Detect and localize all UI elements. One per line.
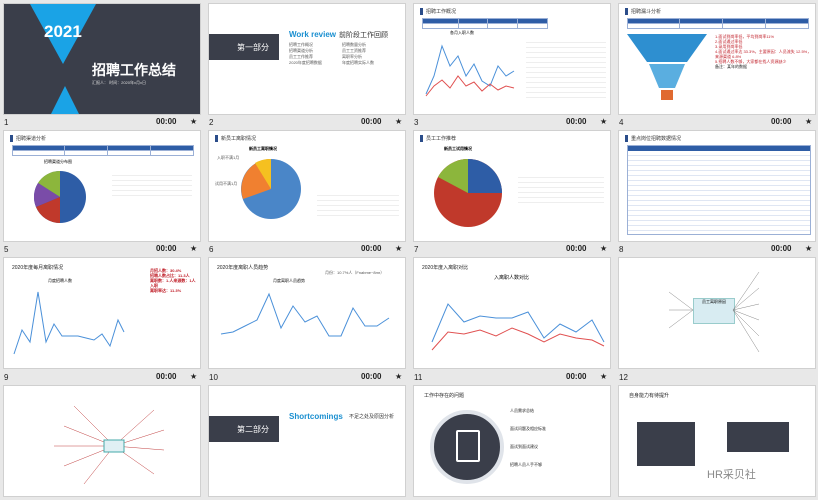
slide-10-bar: 10 00:00 ★ xyxy=(209,372,403,382)
slide-1-bar: 1 00:00 ★ xyxy=(4,117,198,127)
slide-title: 招聘漏斗分析 xyxy=(625,8,661,15)
mindmap-branches xyxy=(668,271,760,353)
slide-title: 招聘工作概况 xyxy=(420,8,456,15)
part-label: 第一部分 xyxy=(237,43,269,52)
slide-title: 2020年度离职人员趋势 xyxy=(217,265,269,271)
star-icon[interactable]: ★ xyxy=(600,244,607,253)
star-icon[interactable]: ★ xyxy=(395,372,402,381)
clipboard-icon xyxy=(430,410,504,484)
slide-11-bar: 11 00:00 ★ xyxy=(414,372,608,382)
slide-4-bar: 4 00:00 ★ xyxy=(619,117,813,127)
slide-10[interactable]: 2020年度离职人员趋势 月份：10.7%人（Fnabme~8mr） 月度离职人… xyxy=(209,258,405,368)
slide-15[interactable]: 工作中存在的问题 人员需求总结 面试问题及相应标准 面试到面试建议 招聘人员人手… xyxy=(414,386,610,496)
slide-6-bar: 6 00:00 ★ xyxy=(209,244,403,254)
slide-title: 工作中存在的问题 xyxy=(424,393,465,399)
slide-16[interactable]: 自身能力有待提升 HR采贝社 xyxy=(619,386,815,496)
slide-title: 重点岗位招聘数据情况 xyxy=(625,135,681,142)
star-icon[interactable]: ★ xyxy=(190,244,197,253)
slide-title: 员工工作推荐 xyxy=(420,135,456,142)
slide-title: 2020年度入离职对比 xyxy=(422,265,469,271)
slide-3-bar: 3 00:00 ★ xyxy=(414,117,608,127)
funnel-notes: 1.面试到岗率低，平均到岗率11% 2.面试通过率低 3.录用到岗率低 4.面试通过率… xyxy=(715,34,812,69)
slide-13[interactable] xyxy=(4,386,200,496)
slide-14[interactable]: 第二部分 Shortcomings 不足之处及原因分析 xyxy=(209,386,405,496)
slide-subtitle: 汇报人： 时间：2020年x月x日 xyxy=(92,80,147,85)
triangle-decoration xyxy=(51,86,79,114)
info-block xyxy=(637,422,695,466)
slide-7-bar: 7 00:00 ★ xyxy=(414,244,608,254)
monthly-notes: 月招人数：30.4% 招聘人数占比：11.3人 离职数：1.人来源数：1人入职 离职率… xyxy=(150,268,196,293)
key-roles-table xyxy=(627,145,811,235)
slide-9-bar: 9 00:00 ★ xyxy=(4,372,198,382)
chart-title: 新员工试用情况 xyxy=(444,146,472,151)
star-icon[interactable]: ★ xyxy=(805,244,812,253)
line-chart xyxy=(431,303,605,351)
section-cn-title: 不足之处及原因分析 xyxy=(349,414,395,420)
chart-title: 入离职人数对比 xyxy=(494,275,530,281)
channel-table xyxy=(12,145,195,156)
channel-notes xyxy=(112,171,192,197)
slide-12-bar: 12 xyxy=(619,373,628,382)
slide-12[interactable]: 员工离职原因 xyxy=(619,258,815,368)
pie-chart xyxy=(33,170,86,223)
star-icon[interactable]: ★ xyxy=(395,244,402,253)
slide-title: 招聘渠道分析 xyxy=(10,135,46,142)
funnel-chart xyxy=(627,34,707,100)
slide-9[interactable]: 2020年度每月离职情况 月度招聘人数 月招人数：30.4% 招聘人数占比：11.… xyxy=(4,258,200,368)
slide-4[interactable]: 招聘漏斗分析 1.面试到岗率低，平均到岗率11% 2.面试通过率低 3.录用到岗率低… xyxy=(619,4,815,114)
chart-title: 招聘渠道分布图 xyxy=(44,159,72,164)
slide-title: 2020年度每月离职情况 xyxy=(12,265,64,271)
pie-label: 入职不满1月 xyxy=(217,155,240,160)
mindmap xyxy=(54,405,165,485)
slide-title: 新员工离职情况 xyxy=(215,135,256,142)
section-en-title: Shortcomings xyxy=(289,412,343,421)
slide-7[interactable]: 员工工作推荐 新员工试用情况 xyxy=(414,131,610,241)
slide-title: 自身能力有待提升 xyxy=(629,393,670,399)
agenda-list: 招聘工作概况 招聘数量分析 招聘渠道分析 员工工资推荐 员工工作推荐 离职率分析 20… xyxy=(289,42,374,65)
slide-1[interactable]: 2021 招聘工作总结 汇报人： 时间：2020年x月x日 xyxy=(4,4,200,114)
pie-chart xyxy=(434,159,502,227)
turnover-notes xyxy=(317,191,399,217)
slide-5[interactable]: 招聘渠道分析 招聘渠道分布图 xyxy=(4,131,200,241)
slide-2-bar: 2 00:00 ★ xyxy=(209,117,403,127)
star-icon[interactable]: ★ xyxy=(395,117,402,126)
slide-8[interactable]: 重点岗位招聘数据情况 xyxy=(619,131,815,241)
note: 月份：10.7%人（Fnabme~8mr） xyxy=(325,270,385,275)
slide-2[interactable]: 第一部分 Work review 前阶段工作回顾 招聘工作概况 招聘数量分析 招聘… xyxy=(209,4,405,114)
slide-8-bar: 8 00:00 ★ xyxy=(619,244,813,254)
pie-chart xyxy=(241,158,301,219)
line-chart xyxy=(13,291,125,355)
slide-5-bar: 5 00:00 ★ xyxy=(4,244,198,254)
star-icon[interactable]: ★ xyxy=(600,372,607,381)
line-chart xyxy=(220,292,390,337)
slide-title: 招聘工作总结 xyxy=(92,62,176,78)
part-label: 第二部分 xyxy=(237,425,269,434)
summary-table xyxy=(422,18,548,29)
slide-3[interactable]: 招聘工作概况 各月入职人数 xyxy=(414,4,610,114)
slide-11[interactable]: 2020年度入离职对比 入离职人数对比 xyxy=(414,258,610,368)
slide-6[interactable]: 新员工离职情况 新员工离职情况 入职不满1月 试用不满1月 xyxy=(209,131,405,241)
star-icon[interactable]: ★ xyxy=(190,372,197,381)
star-icon[interactable]: ★ xyxy=(190,117,197,126)
star-icon[interactable]: ★ xyxy=(600,117,607,126)
star-icon[interactable]: ★ xyxy=(805,117,812,126)
funnel-table xyxy=(627,18,810,29)
notes xyxy=(526,38,606,98)
recommend-notes xyxy=(518,173,604,203)
pie-label: 试用不满1月 xyxy=(215,181,238,186)
line-chart xyxy=(425,44,515,97)
issues-list: 人员需求总结 面试问题及相应标准 面试到面试建议 招聘人员人手不够 xyxy=(510,408,546,467)
chart-title: 新员工离职情况 xyxy=(249,146,277,151)
section-en-title: Work review xyxy=(289,30,336,39)
title-year: 2021 xyxy=(44,22,82,41)
section-cn-title: 前阶段工作回顾 xyxy=(339,32,388,39)
info-block xyxy=(727,422,789,452)
watermark: HR采贝社 xyxy=(707,469,756,481)
